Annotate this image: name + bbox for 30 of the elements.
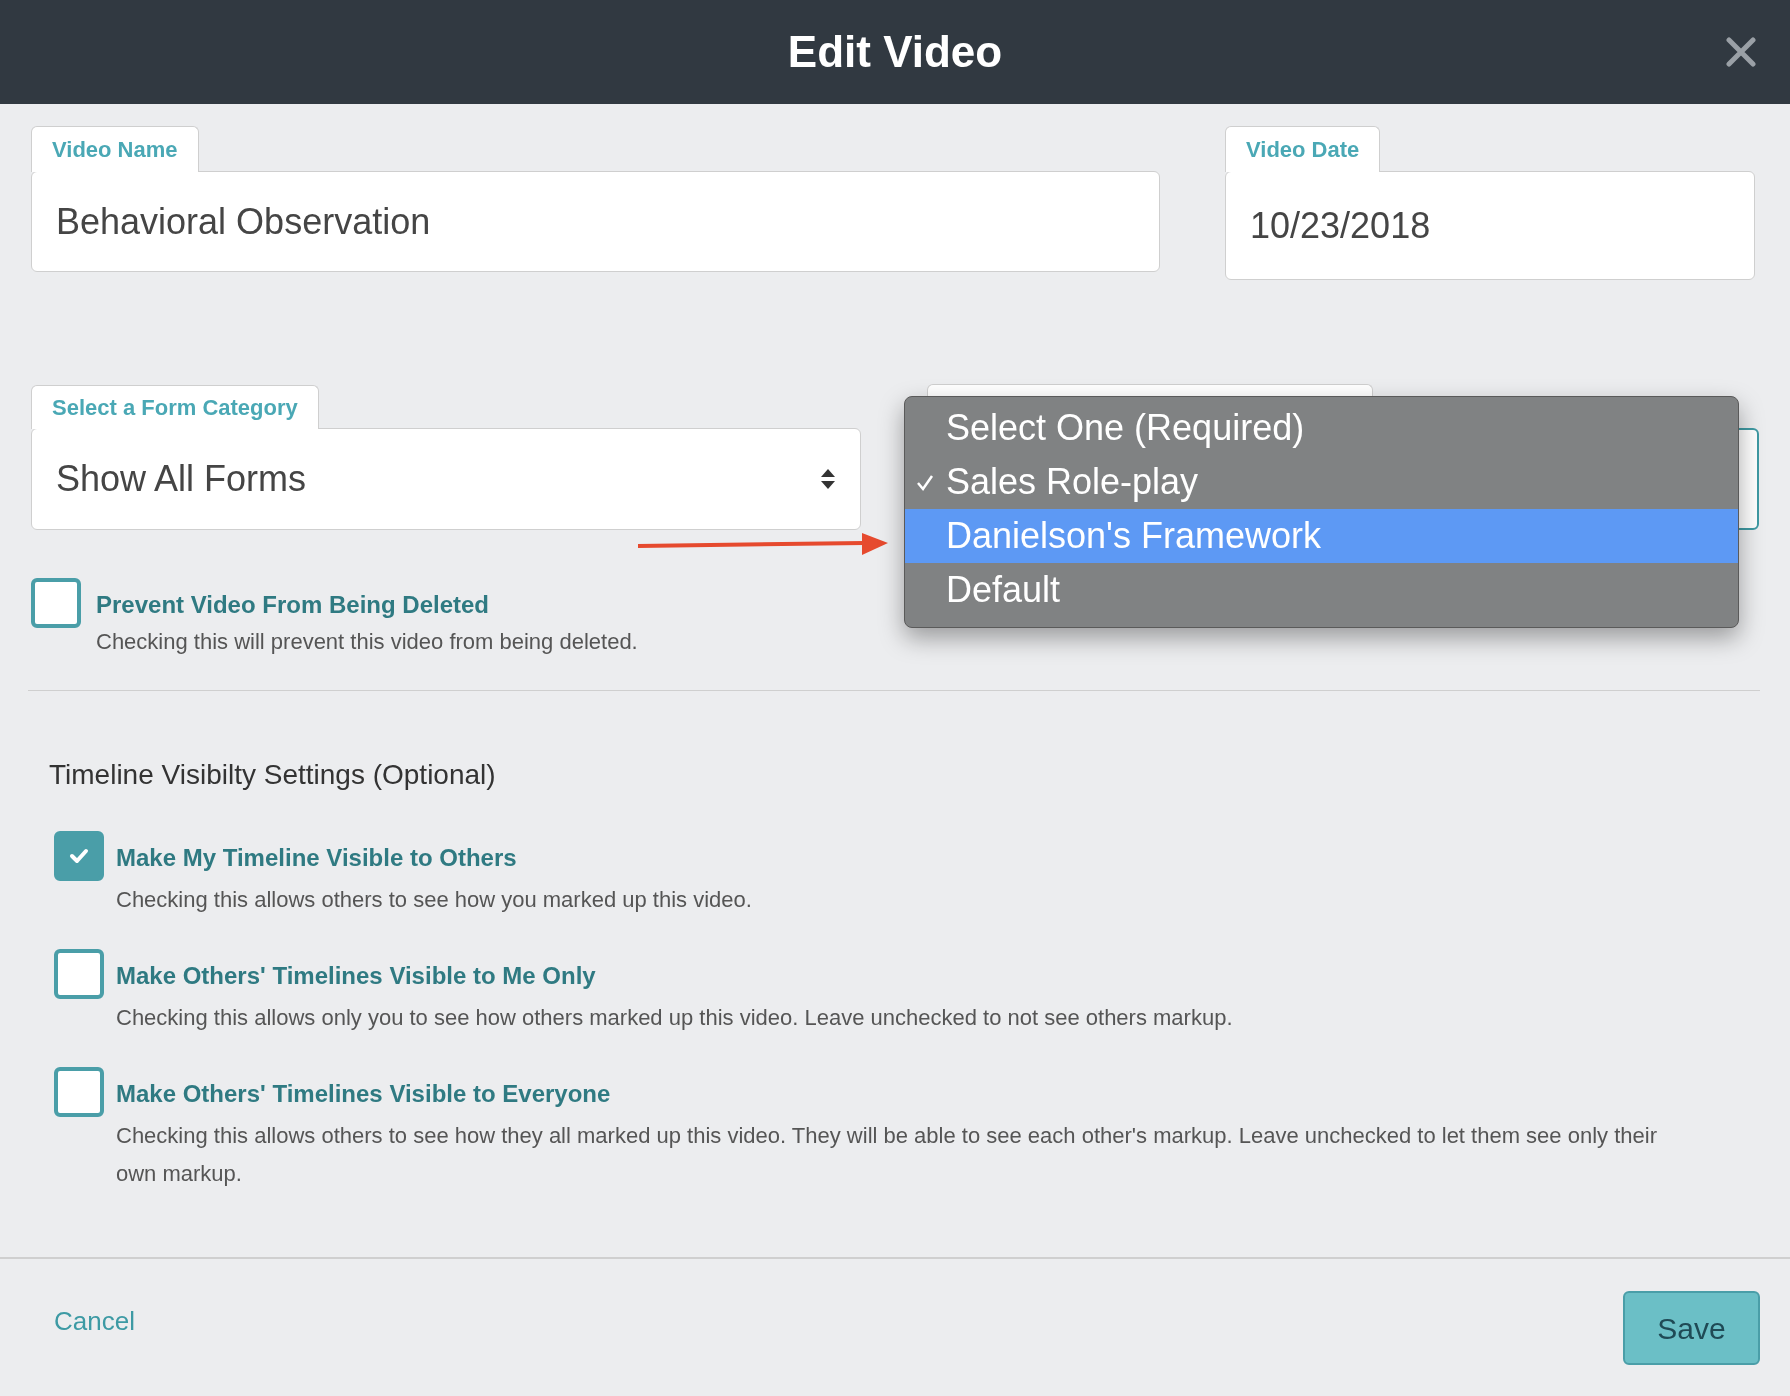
field-label: Video Date bbox=[1225, 126, 1381, 172]
form-category-select[interactable]: Show All Forms bbox=[31, 428, 861, 530]
checkbox-description: Checking this allows others to see how they all marked up this video. They will be able to see each other's markup. Leave unchecked to let them see only their own markup. bbox=[116, 1122, 1658, 1188]
close-icon[interactable] bbox=[1726, 37, 1756, 67]
select-value: Show All Forms bbox=[56, 457, 307, 501]
checkbox-label: Make Others' Timelines Visible to Me Only bbox=[116, 961, 597, 991]
checkbox-label: Make Others' Timelines Visible to Everyone bbox=[116, 1079, 612, 1109]
checkbox[interactable] bbox=[54, 831, 104, 881]
checkbox[interactable] bbox=[31, 578, 81, 628]
dropdown-option[interactable]: Sales Role-play bbox=[905, 455, 1738, 509]
video-name-field[interactable]: Behavioral Observation bbox=[31, 171, 1160, 272]
sort-arrows-icon bbox=[820, 468, 836, 490]
window-title: Edit Video bbox=[787, 26, 1003, 78]
save-button[interactable]: Save bbox=[1623, 1291, 1760, 1365]
section-heading: Timeline Visibilty Settings (Optional) bbox=[49, 758, 497, 792]
checkbox-label: Make My Timeline Visible to Others bbox=[116, 843, 518, 873]
field-label: Select a Form Category bbox=[31, 385, 319, 429]
checkbox-label: Prevent Video From Being Deleted bbox=[96, 590, 490, 620]
dropdown-option[interactable]: Danielson's Framework bbox=[905, 509, 1738, 563]
cancel-link[interactable]: Cancel bbox=[54, 1304, 135, 1338]
field-label: Video Name bbox=[31, 126, 199, 172]
checkbox-description: Checking this allows only you to see how others marked up this video. Leave unchecked to not see others markup. bbox=[116, 1004, 1234, 1032]
dropdown-option[interactable]: Select One (Required) bbox=[905, 401, 1738, 455]
checkbox[interactable] bbox=[54, 949, 104, 999]
checkbox[interactable] bbox=[54, 1067, 104, 1117]
video-date-field[interactable]: 10/23/2018 bbox=[1225, 171, 1755, 280]
checkbox-description: Checking this allows others to see how you marked up this video. bbox=[116, 886, 753, 914]
checkbox-description: Checking this will prevent this video from being deleted. bbox=[96, 628, 638, 656]
checkmark-icon bbox=[916, 474, 934, 492]
dropdown-option[interactable]: Default bbox=[905, 563, 1738, 617]
